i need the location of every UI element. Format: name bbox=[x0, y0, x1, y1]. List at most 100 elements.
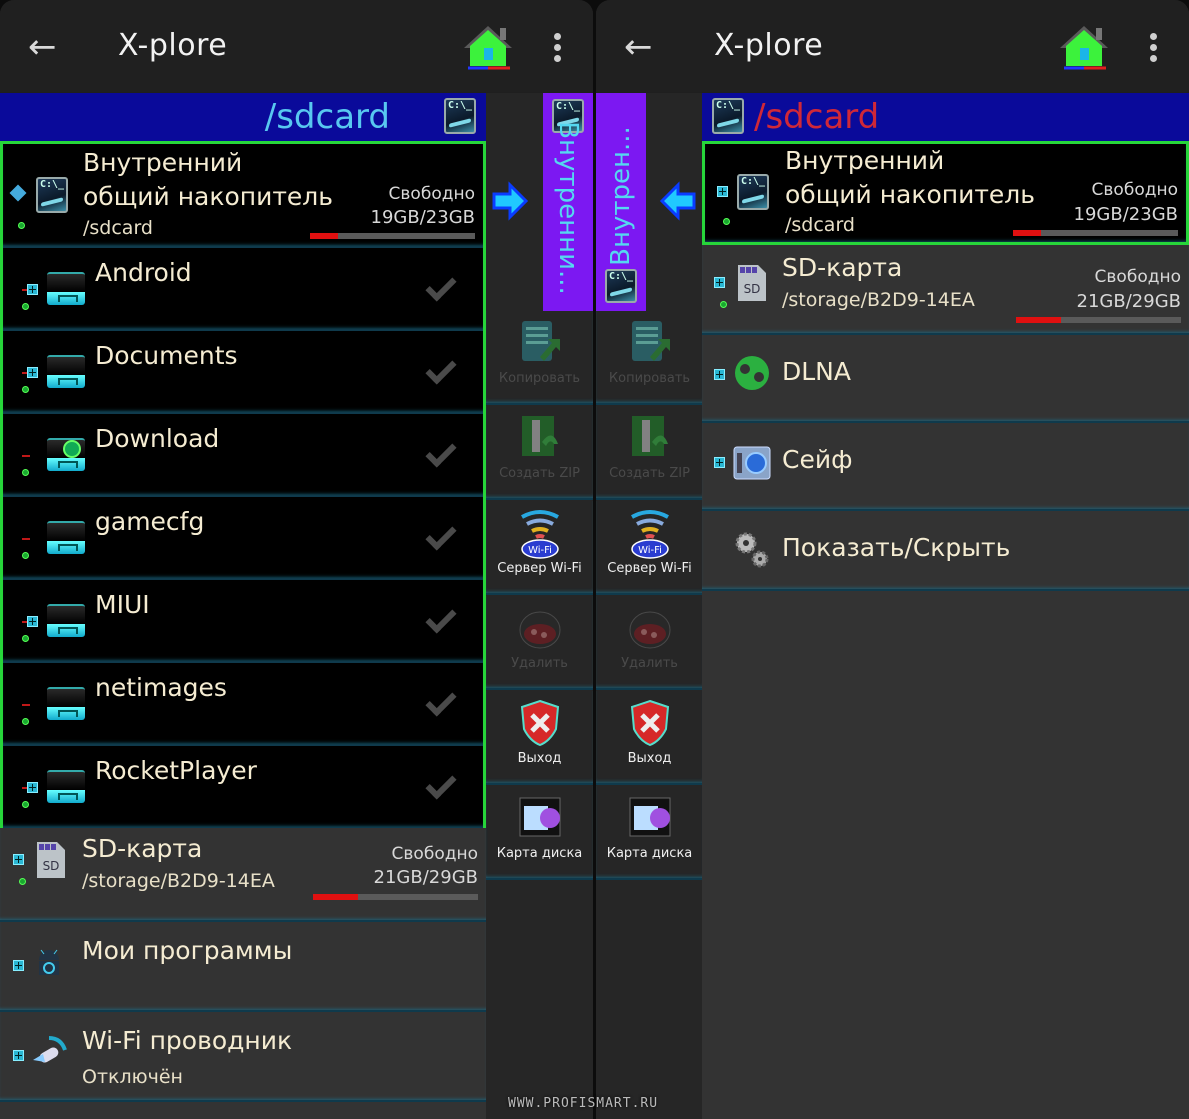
select-checkmark-icon[interactable] bbox=[427, 776, 457, 794]
expand-icon[interactable] bbox=[13, 854, 24, 865]
svg-text:SD: SD bbox=[744, 282, 761, 296]
toolbar-button-exit[interactable]: Выход bbox=[596, 691, 703, 785]
path-bar[interactable]: /sdcard bbox=[0, 93, 486, 141]
expand-icon[interactable] bbox=[27, 616, 38, 627]
storage-item[interactable]: Показать/Скрыть bbox=[702, 511, 1189, 591]
folder-item[interactable]: netimages bbox=[3, 663, 483, 746]
internal-storage-icon bbox=[737, 174, 769, 210]
storage-item[interactable]: Сейф bbox=[702, 423, 1189, 511]
status-dot-icon bbox=[720, 301, 727, 308]
toolbar-button-copy[interactable]: Копировать bbox=[596, 311, 703, 405]
expand-icon[interactable] bbox=[27, 284, 38, 295]
overflow-menu-button[interactable] bbox=[1144, 30, 1162, 64]
select-checkmark-icon[interactable] bbox=[427, 610, 457, 628]
folder-name: gamecfg bbox=[95, 507, 205, 536]
internal-storage-icon bbox=[444, 98, 476, 134]
status-dot-icon bbox=[723, 218, 730, 225]
folder-item[interactable]: Android bbox=[3, 248, 483, 331]
tree-branch bbox=[22, 704, 30, 706]
folder-item[interactable]: MIUI bbox=[3, 580, 483, 663]
path-bar[interactable]: /sdcard bbox=[702, 93, 1189, 141]
select-checkmark-icon[interactable] bbox=[427, 278, 457, 296]
toolbar-button-copy[interactable]: Копировать bbox=[486, 311, 593, 405]
status-dot-icon bbox=[22, 635, 29, 642]
expand-icon[interactable] bbox=[13, 960, 24, 971]
folder-item[interactable]: Documents bbox=[3, 331, 483, 414]
free-space-label: Свободно bbox=[391, 844, 478, 864]
item-name: DLNA bbox=[782, 357, 851, 386]
toolbar-button-label: Удалить bbox=[511, 656, 568, 671]
toolbar-button-delete[interactable]: Удалить bbox=[486, 596, 593, 690]
expand-icon[interactable] bbox=[714, 277, 725, 288]
expand-icon[interactable] bbox=[27, 782, 38, 793]
toolbar-button-wifi-server[interactable]: Wi-Fi Сервер Wi-Fi bbox=[596, 501, 703, 595]
expand-icon[interactable] bbox=[714, 369, 725, 380]
toolbar-button-delete[interactable]: Удалить bbox=[596, 596, 703, 690]
dlna-icon bbox=[732, 355, 772, 395]
toolbar-button-exit[interactable]: Выход bbox=[486, 691, 593, 785]
other-panel-tab[interactable]: Внутрен... bbox=[596, 93, 646, 311]
vertical-tab-label: Внутренни... bbox=[553, 121, 583, 295]
svg-text:Wi-Fi: Wi-Fi bbox=[528, 545, 552, 556]
toolbar-button-zip[interactable]: Создать ZIP bbox=[486, 406, 593, 500]
toolbar-button-label: Выход bbox=[627, 751, 672, 766]
toolbar-button-wifi-server[interactable]: Wi-Fi Сервер Wi-Fi bbox=[486, 501, 593, 595]
item-name: SD-карта bbox=[782, 253, 903, 282]
expand-icon[interactable] bbox=[27, 367, 38, 378]
android-apps-icon bbox=[31, 942, 67, 986]
storage-item[interactable]: Внутренний общий накопитель/sdcard Свободн… bbox=[702, 141, 1189, 245]
copy-direction-left-arrow[interactable] bbox=[658, 181, 698, 221]
toolbar-button-label: Сервер Wi-Fi bbox=[497, 561, 582, 576]
free-space-value: 19GB/23GB bbox=[1073, 204, 1178, 225]
storage-item[interactable]: SD SD-карта/storage/B2D9-14EA Свободно 21GB… bbox=[0, 828, 486, 922]
folder-item[interactable]: RocketPlayer bbox=[3, 746, 483, 829]
status-dot-icon bbox=[22, 386, 29, 393]
folder-name: RocketPlayer bbox=[95, 756, 257, 785]
other-panel-tab[interactable]: Внутренни... bbox=[543, 93, 593, 311]
select-checkmark-icon[interactable] bbox=[427, 527, 457, 545]
back-button[interactable]: ← bbox=[624, 28, 664, 68]
copy-direction-right-arrow[interactable] bbox=[490, 181, 530, 221]
select-checkmark-icon[interactable] bbox=[427, 444, 457, 462]
download-folder-icon bbox=[47, 436, 87, 472]
folder-name: MIUI bbox=[95, 590, 150, 619]
expand-icon[interactable] bbox=[714, 457, 725, 468]
folder-item[interactable]: Download bbox=[3, 414, 483, 497]
storage-root-item[interactable]: Внутренний общий накопитель /sdcard Своб… bbox=[3, 144, 483, 248]
delete-icon bbox=[626, 602, 674, 654]
folder-icon bbox=[47, 602, 87, 638]
item-path: /sdcard bbox=[83, 217, 153, 239]
home-button[interactable] bbox=[460, 22, 516, 74]
free-space-label: Свободно bbox=[1091, 180, 1178, 200]
item-name: SD-карта bbox=[82, 834, 203, 863]
back-button[interactable]: ← bbox=[28, 28, 68, 68]
storage-item[interactable]: SD SD-карта/storage/B2D9-14EA Свободно 21GB… bbox=[702, 245, 1189, 335]
usage-bar-fill bbox=[1016, 317, 1061, 323]
toolbar-button-zip[interactable]: Создать ZIP bbox=[596, 406, 703, 500]
select-checkmark-icon[interactable] bbox=[427, 361, 457, 379]
svg-text:Wi-Fi: Wi-Fi bbox=[638, 545, 662, 556]
overflow-menu-button[interactable] bbox=[548, 30, 566, 64]
folder-icon bbox=[47, 685, 87, 721]
expand-icon[interactable] bbox=[717, 186, 728, 197]
item-subtitle: /storage/B2D9-14EA bbox=[782, 289, 975, 311]
free-space-value: 21GB/29GB bbox=[373, 867, 478, 888]
free-space-label: Свободно bbox=[388, 184, 475, 204]
folder-icon bbox=[47, 768, 87, 804]
item-name: Wi-Fi проводник bbox=[82, 1026, 293, 1055]
expand-icon[interactable] bbox=[13, 1050, 24, 1061]
free-space-value: 19GB/23GB bbox=[370, 207, 475, 228]
home-button[interactable] bbox=[1056, 22, 1112, 74]
wifi-server-icon: Wi-Fi bbox=[516, 507, 564, 559]
folder-icon bbox=[47, 519, 87, 555]
storage-item[interactable]: Wi-Fi проводник Отключён bbox=[0, 1012, 486, 1102]
toolbar-button-label: Копировать bbox=[608, 371, 691, 386]
storage-item[interactable]: Мои программы bbox=[0, 922, 486, 1012]
collapse-icon[interactable] bbox=[9, 184, 27, 202]
storage-item[interactable]: DLNA bbox=[702, 335, 1189, 423]
item-path: /sdcard bbox=[785, 214, 855, 236]
select-checkmark-icon[interactable] bbox=[427, 693, 457, 711]
folder-item[interactable]: gamecfg bbox=[3, 497, 483, 580]
toolbar-button-disk-map[interactable]: Карта диска bbox=[596, 786, 703, 880]
toolbar-button-disk-map[interactable]: Карта диска bbox=[486, 786, 593, 880]
